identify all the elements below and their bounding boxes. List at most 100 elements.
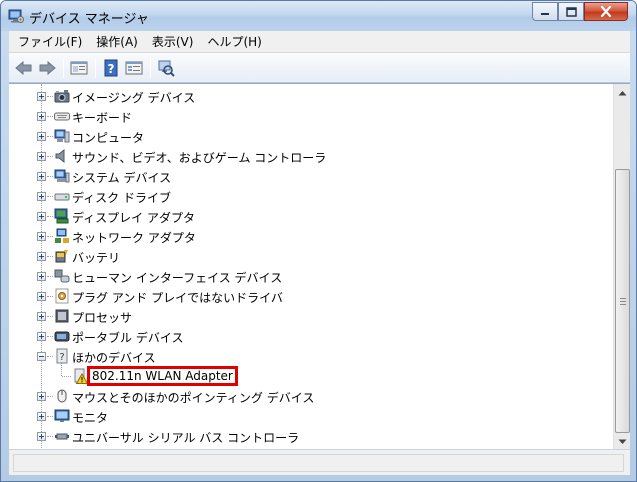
usb-icon bbox=[54, 428, 70, 444]
monitor-icon bbox=[54, 408, 70, 424]
tree-node-label: ディスク ドライブ bbox=[72, 191, 171, 205]
tree-node-label: キーボード bbox=[72, 111, 133, 125]
unknown-device-icon: ? bbox=[54, 348, 70, 364]
battery-icon bbox=[54, 248, 70, 264]
tree-node[interactable]: キーボード bbox=[9, 106, 613, 126]
show-hide-tree-button[interactable] bbox=[68, 57, 90, 79]
tree-node[interactable]: ディスク ドライブ bbox=[9, 186, 613, 206]
tree-node[interactable]: コンピュータ bbox=[9, 126, 613, 146]
device-tree[interactable]: イメージング デバイス キーボードコンピュータサウンド、ビデオ、およびゲーム コン… bbox=[9, 84, 613, 450]
tree-node-label: プロセッサ bbox=[72, 311, 133, 325]
tree-node[interactable]: イメージング デバイス bbox=[9, 86, 613, 106]
properties-button[interactable] bbox=[123, 57, 145, 79]
tree-connector-line bbox=[47, 316, 53, 317]
camera-icon bbox=[54, 88, 70, 104]
minimize-button[interactable] bbox=[532, 2, 558, 21]
computer-icon bbox=[54, 128, 70, 144]
toolbar-separator bbox=[95, 57, 96, 78]
tree-node-label: イメージング デバイス bbox=[72, 91, 196, 105]
scroll-thumb[interactable] bbox=[615, 169, 630, 433]
expand-icon[interactable] bbox=[37, 172, 46, 181]
expand-icon[interactable] bbox=[37, 312, 46, 321]
menu-file[interactable]: ファイル(F) bbox=[9, 32, 89, 52]
tree-child-node[interactable]: 802.11n WLAN Adapter bbox=[9, 366, 613, 386]
tree-node[interactable]: ポータブル デバイス bbox=[9, 326, 613, 346]
tree-node[interactable]: ユニバーサル シリアル バス コントローラ bbox=[9, 426, 613, 446]
expand-icon[interactable] bbox=[37, 292, 46, 301]
scan-hardware-button[interactable] bbox=[155, 57, 177, 79]
status-bar bbox=[9, 449, 630, 475]
tree-connector-line bbox=[47, 196, 53, 197]
tree-node[interactable]: マウスとそのほかのポインティング デバイス bbox=[9, 386, 613, 406]
close-button[interactable] bbox=[584, 2, 628, 21]
window-title: デバイス マネージャ bbox=[29, 12, 149, 27]
tree-node[interactable]: ネットワーク アダプタ bbox=[9, 226, 613, 246]
tree-node[interactable]: ディスプレイ アダプタ bbox=[9, 206, 613, 226]
tree-node[interactable]: プラグ アンド プレイではないドライバ bbox=[9, 286, 613, 306]
tree-node[interactable]: プロセッサ bbox=[9, 306, 613, 326]
expand-icon[interactable] bbox=[37, 192, 46, 201]
tree-node-label: ネットワーク アダプタ bbox=[72, 231, 196, 245]
keyboard-icon bbox=[54, 108, 70, 124]
tree-connector-line bbox=[47, 396, 53, 397]
scroll-up-button[interactable] bbox=[614, 84, 631, 101]
expand-icon[interactable] bbox=[37, 232, 46, 241]
warning-device-icon bbox=[72, 368, 89, 384]
title-bar[interactable]: デバイス マネージャ bbox=[1, 1, 636, 31]
expand-icon[interactable] bbox=[37, 112, 46, 121]
tree-node[interactable]: サウンド、ビデオ、およびゲーム コントローラ bbox=[9, 146, 613, 166]
tree-connector-line bbox=[47, 116, 53, 117]
expand-icon[interactable] bbox=[37, 252, 46, 261]
menu-action[interactable]: 操作(A) bbox=[89, 32, 145, 52]
tree-node-label: ユニバーサル シリアル バス コントローラ bbox=[72, 431, 300, 445]
status-pane bbox=[13, 454, 624, 472]
tree-connector-line bbox=[47, 416, 53, 417]
expand-icon[interactable] bbox=[37, 272, 46, 281]
scan-hardware-icon bbox=[158, 60, 175, 77]
forward-button[interactable] bbox=[36, 57, 58, 79]
expand-icon[interactable] bbox=[37, 432, 46, 441]
device-tree-panel: イメージング デバイス キーボードコンピュータサウンド、ビデオ、およびゲーム コン… bbox=[9, 83, 630, 450]
arrow-down-icon bbox=[618, 439, 627, 444]
processor-icon bbox=[54, 308, 70, 324]
tree-node[interactable]: ヒューマン インターフェイス デバイス bbox=[9, 266, 613, 286]
expand-icon[interactable] bbox=[37, 212, 46, 221]
expand-icon[interactable] bbox=[37, 92, 46, 101]
scroll-down-button[interactable] bbox=[614, 433, 631, 450]
help-button[interactable]: ? bbox=[100, 57, 122, 79]
tree-node-label: ポータブル デバイス bbox=[72, 331, 184, 345]
tree-connector-line bbox=[47, 236, 53, 237]
tree-node-label: システム デバイス bbox=[72, 171, 172, 185]
back-button[interactable] bbox=[13, 57, 35, 79]
tree-node[interactable]: モニタ bbox=[9, 406, 613, 426]
tree-node[interactable]: システム デバイス bbox=[9, 166, 613, 186]
close-icon bbox=[600, 6, 612, 17]
mouse-icon bbox=[54, 388, 70, 404]
menu-help[interactable]: ヘルプ(H) bbox=[200, 32, 268, 52]
tree-node-label: ディスプレイ アダプタ bbox=[72, 211, 195, 225]
maximize-icon bbox=[565, 6, 577, 17]
tree-node-label: コンピュータ bbox=[72, 131, 145, 145]
vertical-scrollbar[interactable] bbox=[613, 84, 630, 450]
tree-connector-line bbox=[47, 176, 53, 177]
tree-connector-line bbox=[47, 276, 53, 277]
expand-icon[interactable] bbox=[37, 152, 46, 161]
maximize-button[interactable] bbox=[558, 2, 584, 21]
tree-connector-line bbox=[62, 376, 71, 377]
expand-icon[interactable] bbox=[37, 392, 46, 401]
tree-node-label: ほかのデバイス bbox=[72, 351, 156, 365]
tree-node[interactable]: ? ほかのデバイス bbox=[9, 346, 613, 366]
properties-icon bbox=[125, 61, 143, 74]
system-device-icon bbox=[54, 168, 70, 184]
display-adapter-icon bbox=[54, 208, 70, 224]
tree-node-label: サウンド、ビデオ、およびゲーム コントローラ bbox=[72, 151, 327, 165]
expand-icon[interactable] bbox=[37, 132, 46, 141]
collapse-icon[interactable] bbox=[37, 352, 46, 361]
tree-node-label: マウスとそのほかのポインティング デバイス bbox=[72, 391, 315, 405]
expand-icon[interactable] bbox=[37, 412, 46, 421]
menu-view[interactable]: 表示(V) bbox=[145, 32, 201, 52]
driver-icon bbox=[54, 288, 70, 304]
toolbar-separator bbox=[150, 57, 151, 78]
expand-icon[interactable] bbox=[37, 332, 46, 341]
tree-node[interactable]: バッテリ bbox=[9, 246, 613, 266]
